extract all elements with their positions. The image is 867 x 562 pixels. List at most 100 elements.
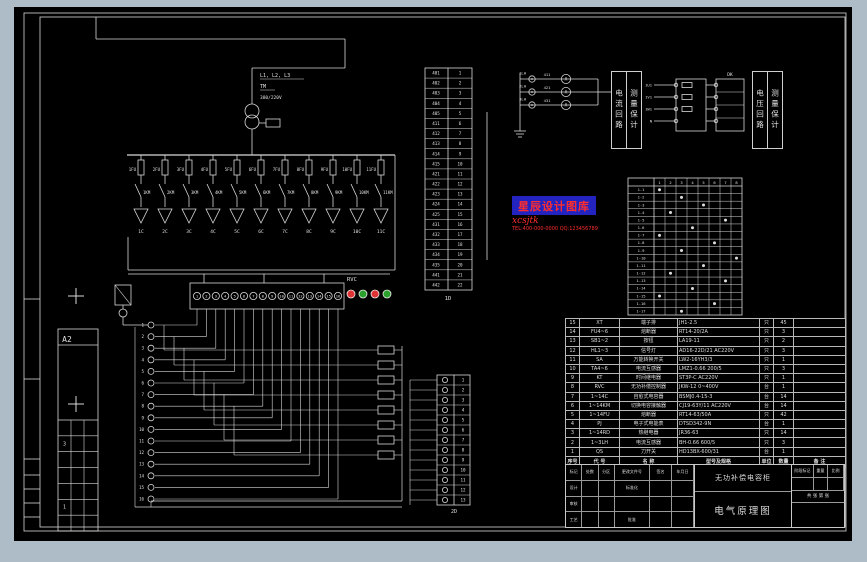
- cell: 只: [759, 363, 774, 375]
- wire-number: 415: [432, 161, 440, 166]
- wire-number: 435: [432, 262, 440, 267]
- wire-number: 432: [432, 232, 440, 237]
- cell: 14: [773, 428, 794, 439]
- wire-number: 402: [432, 81, 440, 86]
- contactor-symbol: [182, 183, 190, 198]
- cell: [599, 480, 615, 496]
- cell: [582, 480, 599, 496]
- contactor-symbol: [206, 183, 214, 198]
- terminal-number: 17: [457, 232, 463, 237]
- fuse-symbol: [681, 82, 693, 88]
- indicator-led: [382, 289, 392, 299]
- ct-label: 1LH: [519, 71, 527, 76]
- coil-symbol: [377, 345, 395, 355]
- terminal-number: 1: [462, 378, 465, 383]
- capacitor-label: 8C: [306, 229, 312, 235]
- terminal-number: 2: [459, 81, 462, 86]
- fuse-label: 6FU: [249, 167, 257, 172]
- fuse-symbol: [305, 159, 313, 176]
- terminal-circle: [147, 472, 155, 480]
- matrix-col-header: 3: [680, 180, 682, 185]
- wire-number: 403: [432, 91, 440, 96]
- cell: [650, 496, 673, 512]
- cell: [793, 428, 846, 439]
- cell: 时间继电器: [619, 373, 678, 384]
- cell: 刀开关: [619, 446, 678, 457]
- wire-number: 413: [432, 141, 440, 146]
- matrix-col-header: 1: [658, 180, 661, 185]
- terminal-number: 12: [457, 182, 463, 187]
- wire-number: 441: [432, 272, 440, 277]
- cell: LA19-11: [677, 336, 760, 347]
- capacitor-symbol: [325, 208, 341, 224]
- drawing-canvas[interactable]: A2 3 1 L1, L2, L3 TM 380/220V 1FU 1KM 1C 2FU 2KM 2C…: [14, 7, 852, 541]
- bom-row: 7 1~14C 自愈式电容器 BSMJ0.4-15-3 台 14: [565, 391, 846, 402]
- controller-terminal-number: 2: [205, 294, 207, 299]
- contactor-symbol: [302, 183, 310, 198]
- terminal-number: 13: [139, 462, 145, 467]
- controller-terminal-number: 13: [308, 294, 313, 299]
- cell: 14: [565, 327, 580, 338]
- terminal-circle: [147, 449, 155, 457]
- cell: [599, 512, 615, 527]
- cell: 无功补偿控制器: [619, 382, 678, 393]
- title-block-meta: 阶段标记 重量 比例共 张 第 张: [792, 465, 844, 527]
- cell: 1~14FU: [579, 409, 620, 421]
- cell: 3: [773, 437, 794, 448]
- terminal-number: 11: [139, 439, 145, 444]
- capacitor-label: 9C: [330, 229, 336, 235]
- cell: 重量: [814, 465, 828, 477]
- bom-row: 12 HL1~3 信号灯 AD16-22D/21 AC220V 只 3: [565, 345, 846, 356]
- bom-row: 15 XT 端子排 JH1-2.5 只 45: [565, 317, 846, 329]
- terminal-number: 10: [460, 468, 466, 473]
- cell: 只: [759, 437, 774, 448]
- cell: LW2-16YH3/3: [677, 354, 760, 365]
- stamp-contact: TEL:400-000-0000 QQ:123456789: [512, 226, 598, 232]
- cell: 年月日: [672, 465, 694, 480]
- cell: 只: [759, 327, 774, 338]
- terminal-number: 12: [460, 488, 466, 493]
- cell: 阶段标记 重量 比例: [792, 465, 844, 477]
- cell: 42: [773, 409, 794, 421]
- contactor-label: 5KM: [239, 190, 247, 195]
- contactor-symbol: [254, 183, 262, 198]
- cell: 1: [773, 446, 794, 457]
- cell: 标准化: [615, 480, 651, 496]
- terminal-number: 2: [462, 388, 465, 393]
- revision-cell: 1: [63, 505, 66, 511]
- cell: [793, 400, 846, 411]
- cell: 9: [565, 373, 580, 384]
- matrix-row-label: 1-2: [638, 195, 645, 200]
- terminal-circle: [441, 476, 448, 483]
- terminal-circle: [441, 396, 448, 403]
- cell: 只: [759, 354, 774, 365]
- wire-number: 411: [432, 121, 440, 126]
- fuse-symbol: [185, 159, 193, 176]
- fuse-label: 9FU: [321, 167, 329, 172]
- wire-number: 424: [432, 202, 440, 207]
- terminal-circle: [441, 496, 448, 503]
- cell: 热继电器: [619, 428, 678, 439]
- matrix-mark: [680, 309, 683, 313]
- terminal-number: 16: [139, 497, 145, 502]
- cell: DTSD342-9N: [677, 419, 760, 430]
- capacitor-symbol: [301, 208, 317, 224]
- cell: [672, 512, 694, 527]
- cell: [793, 327, 846, 338]
- matrix-mark: [691, 286, 694, 290]
- capacitor-symbol: [205, 208, 221, 224]
- terminal-number: 3: [462, 398, 465, 403]
- cell: 1~14RD: [579, 428, 620, 439]
- wire-number: 421: [432, 171, 440, 176]
- cell: ST3P-C AC220V: [677, 373, 760, 384]
- meter-letter: A: [565, 77, 568, 83]
- terminal-circle: [147, 483, 155, 491]
- matrix-row-label: 1-3: [638, 202, 645, 207]
- terminal-number: 10: [457, 161, 463, 166]
- capacitor-symbol: [133, 208, 149, 224]
- capacitor-symbol: [229, 208, 245, 224]
- cell: 7: [565, 391, 580, 402]
- capacitor-label: 10C: [353, 229, 361, 235]
- transformer-symbol: [244, 103, 260, 119]
- margin-column: [57, 328, 99, 532]
